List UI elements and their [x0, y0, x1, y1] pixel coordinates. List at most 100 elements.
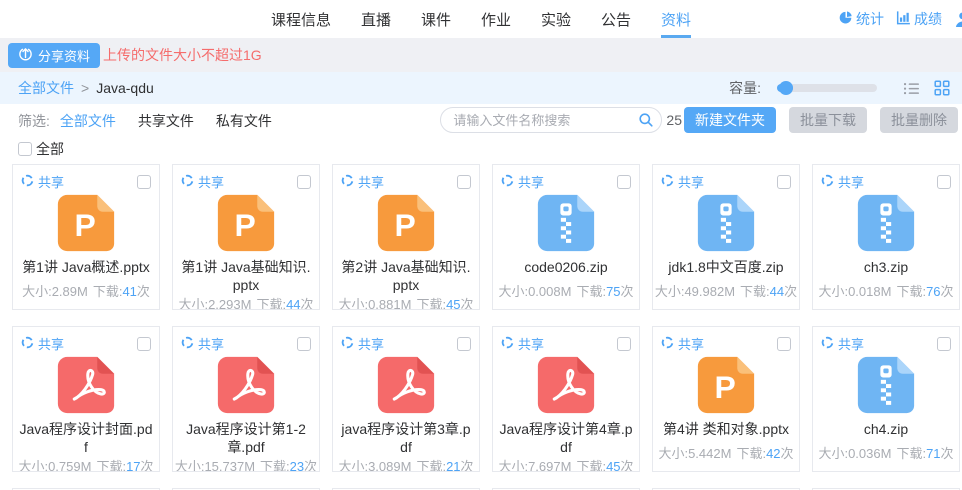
file-name[interactable]: 第4讲 类和对象.pptx: [658, 420, 794, 443]
file-name[interactable]: 第1讲 Java概述.pptx: [17, 258, 155, 281]
file-size: 大小:49.982M: [655, 281, 735, 300]
file-card[interactable]: 共享 P 第1讲 Java概述.pptx 大小:2.89M 下载:41次: [12, 164, 160, 310]
nav-right: 统计 成绩: [838, 0, 962, 38]
file-meta: 大小:2.89M 下载:41次: [22, 281, 150, 309]
file-size: 大小:0.008M: [498, 281, 571, 300]
file-type-icon: [856, 355, 916, 415]
file-downloads: 下载:21次: [416, 456, 473, 462]
file-name[interactable]: 第2讲 Java基础知识.pptx: [333, 258, 479, 294]
nav-item-1[interactable]: 直播: [361, 0, 391, 38]
capacity-slider[interactable]: [777, 84, 877, 92]
file-name[interactable]: jdk1.8中文百度.zip: [663, 258, 788, 281]
grid-view-icon[interactable]: [934, 80, 950, 96]
nav-item-6[interactable]: 资料: [661, 0, 691, 38]
user-icon[interactable]: [954, 11, 962, 28]
nav-item-2[interactable]: 课件: [421, 0, 451, 38]
file-checkbox[interactable]: [457, 337, 471, 351]
file-checkbox[interactable]: [777, 175, 791, 189]
share-badge: 共享: [501, 172, 544, 191]
file-name[interactable]: ch3.zip: [859, 258, 913, 281]
file-downloads: 下载:76次: [896, 281, 953, 300]
new-folder-button[interactable]: 新建文件夹: [684, 107, 776, 133]
file-checkbox[interactable]: [297, 175, 311, 189]
select-all-row: 全部: [0, 138, 962, 160]
file-name[interactable]: code0206.zip: [519, 258, 612, 281]
list-view-icon[interactable]: [903, 81, 920, 96]
file-name[interactable]: Java程序设计第4章.pdf: [493, 420, 639, 456]
file-toolbar: 25 新建文件夹 批量下载 批量删除: [440, 107, 958, 133]
file-card[interactable]: 共享 Java程序设计封面.pdf 大小:0.759M 下载:17次: [12, 326, 160, 472]
file-downloads: 下载:23次: [260, 456, 317, 462]
capacity-controls: 容量:: [729, 78, 950, 98]
file-meta: 大小:7.697M 下载:45次: [498, 456, 633, 471]
upload-cloud-icon: [18, 46, 33, 64]
file-name[interactable]: ch4.zip: [859, 420, 913, 443]
file-card-head: 共享: [653, 165, 799, 191]
file-name[interactable]: 第1讲 Java基础知识.pptx: [173, 258, 319, 294]
sync-icon: [821, 336, 834, 352]
file-checkbox[interactable]: [137, 175, 151, 189]
file-size: 大小:0.881M: [338, 294, 411, 300]
file-card-head: 共享: [813, 327, 959, 353]
nav-item-5[interactable]: 公告: [601, 0, 631, 38]
sync-icon: [661, 336, 674, 352]
file-checkbox[interactable]: [457, 175, 471, 189]
capacity-slider-knob[interactable]: [779, 81, 793, 95]
file-count: 25: [666, 112, 682, 128]
file-checkbox[interactable]: [937, 175, 951, 189]
select-all-checkbox[interactable]: [18, 142, 32, 156]
file-type-icon: P: [56, 193, 116, 253]
sync-icon: [341, 336, 354, 352]
file-grid: 共享 P 第1讲 Java概述.pptx 大小:2.89M 下载:41次 共享 …: [0, 160, 962, 490]
file-type-icon: [56, 355, 116, 415]
file-card[interactable]: 共享 jdk1.8中文百度.zip 大小:49.982M 下载:44次: [652, 164, 800, 310]
file-card[interactable]: 共享 ch4.zip 大小:0.036M 下载:71次: [812, 326, 960, 472]
share-badge: 共享: [181, 334, 224, 353]
nav-item-0[interactable]: 课程信息: [271, 0, 331, 38]
file-card[interactable]: 共享 Java程序设计第4章.pdf 大小:7.697M 下载:45次: [492, 326, 640, 472]
batch-download-button[interactable]: 批量下载: [789, 107, 867, 133]
file-meta: 大小:0.759M 下载:17次: [18, 456, 153, 471]
file-checkbox[interactable]: [617, 175, 631, 189]
file-name[interactable]: Java程序设计封面.pdf: [13, 420, 159, 456]
file-card[interactable]: 共享 P 第4讲 类和对象.pptx 大小:5.442M 下载:42次: [652, 326, 800, 472]
file-checkbox[interactable]: [617, 337, 631, 351]
file-card[interactable]: 共享 Java程序设计第1-2章.pdf 大小:15.737M 下载:23次: [172, 326, 320, 472]
nav-item-4[interactable]: 实验: [541, 0, 571, 38]
filter-option-2[interactable]: 私有文件: [216, 113, 272, 129]
file-card[interactable]: 共享 java程序设计第3章.pdf 大小:3.089M 下载:21次: [332, 326, 480, 472]
share-resources-button[interactable]: 分享资料: [8, 43, 100, 68]
file-meta: 大小:0.881M 下载:45次: [338, 294, 473, 309]
file-checkbox[interactable]: [937, 337, 951, 351]
file-card[interactable]: 共享 code0206.zip 大小:0.008M 下载:75次: [492, 164, 640, 310]
search-icon[interactable]: [638, 112, 654, 128]
file-type-icon: [536, 193, 596, 253]
file-downloads: 下载:17次: [96, 456, 153, 462]
file-name[interactable]: Java程序设计第1-2章.pdf: [173, 420, 319, 456]
stats-link[interactable]: 统计: [838, 9, 884, 29]
file-name[interactable]: java程序设计第3章.pdf: [333, 420, 479, 456]
file-size: 大小:5.442M: [658, 443, 731, 462]
file-checkbox[interactable]: [137, 337, 151, 351]
breadcrumb-root-link[interactable]: 全部文件: [18, 78, 74, 98]
file-card[interactable]: 共享 P 第1讲 Java基础知识.pptx 大小:2.293M 下载:44次: [172, 164, 320, 310]
share-badge: 共享: [21, 172, 64, 191]
file-meta: 大小:3.089M 下载:21次: [338, 456, 473, 471]
filter-option-1[interactable]: 共享文件: [138, 113, 194, 129]
grades-link[interactable]: 成绩: [896, 9, 942, 29]
nav-item-3[interactable]: 作业: [481, 0, 511, 38]
share-label: 共享: [838, 334, 864, 353]
file-checkbox[interactable]: [297, 337, 311, 351]
batch-delete-button[interactable]: 批量删除: [880, 107, 958, 133]
file-size: 大小:0.018M: [818, 281, 891, 300]
capacity-label: 容量:: [729, 78, 761, 98]
file-card[interactable]: 共享 P 第2讲 Java基础知识.pptx 大小:0.881M 下载:45次: [332, 164, 480, 310]
filter-option-0[interactable]: 全部文件: [60, 113, 116, 129]
file-type-icon: P: [216, 193, 276, 253]
file-checkbox[interactable]: [777, 337, 791, 351]
search-input[interactable]: [440, 107, 662, 133]
svg-text:P: P: [74, 207, 95, 243]
file-meta: 大小:0.018M 下载:76次: [818, 281, 953, 309]
file-card[interactable]: 共享 ch3.zip 大小:0.018M 下载:76次: [812, 164, 960, 310]
share-badge: 共享: [821, 172, 864, 191]
